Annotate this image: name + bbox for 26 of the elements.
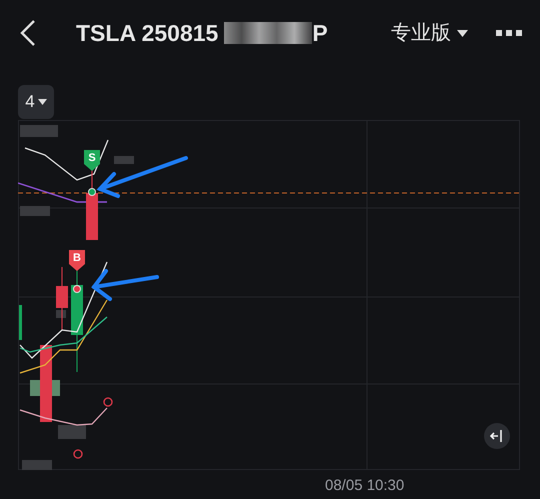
scroll-to-latest-button[interactable] — [484, 423, 510, 449]
blurred-label — [56, 310, 66, 318]
buy-flag: B — [69, 250, 85, 271]
signal-circle — [103, 397, 113, 407]
title-suffix: P — [312, 18, 328, 48]
more-icon[interactable] — [496, 30, 522, 36]
time-axis-label: 08/05 10:30 — [325, 477, 404, 494]
annotation-arrow — [91, 269, 159, 301]
trade-dot — [73, 285, 81, 293]
caret-icon — [457, 30, 468, 36]
sell-flag: S — [84, 150, 100, 171]
blurred-label — [114, 156, 134, 164]
blurred-label — [58, 425, 86, 439]
blurred-label — [20, 125, 58, 137]
edition-dropdown[interactable]: 专业版 — [391, 18, 468, 48]
candlestick — [19, 305, 22, 340]
candlestick — [56, 266, 68, 330]
blurred-label — [22, 460, 52, 470]
period-dropdown[interactable]: 4 — [18, 85, 54, 119]
back-icon[interactable] — [18, 18, 38, 48]
caret-icon — [38, 99, 47, 105]
arrow-to-line-icon — [490, 430, 504, 442]
signal-circle — [73, 449, 83, 459]
trade-dot — [88, 188, 96, 196]
blurred-label — [20, 206, 50, 216]
page-title: TSLA 250815 — [76, 18, 218, 48]
